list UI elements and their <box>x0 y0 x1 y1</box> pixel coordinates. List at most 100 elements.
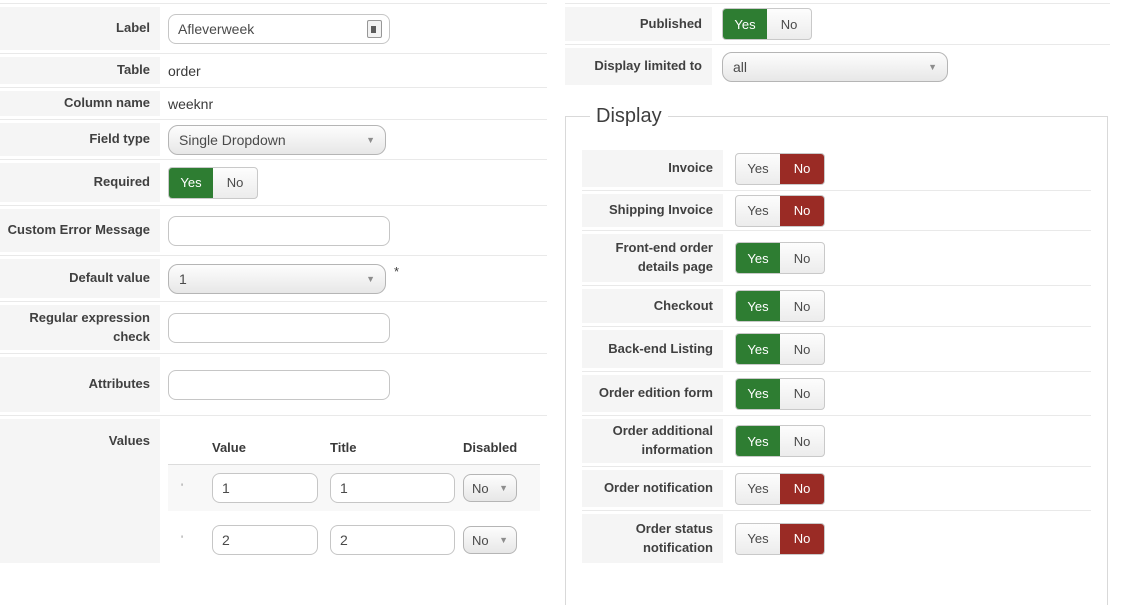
display-fieldset-legend: Display <box>590 105 668 127</box>
form-row-table: Tableorder <box>0 53 547 87</box>
title-input[interactable]: 1 <box>330 473 455 503</box>
field-control-back-end-listing: YesNo <box>723 327 1091 371</box>
regular-expression-check-input[interactable] <box>168 313 390 343</box>
field-settings-panel: LabelAfleverweekTableorderColumn namewee… <box>0 3 547 566</box>
values-header-row: ValueTitleDisabled <box>168 430 540 465</box>
form-row-back-end-listing: Back-end ListingYesNo <box>582 326 1091 371</box>
field-label-attributes: Attributes <box>0 354 160 415</box>
order-additional-information-yes-button[interactable]: Yes <box>736 426 780 456</box>
order-additional-information-toggle: YesNo <box>735 425 825 457</box>
field-control-table: order <box>160 54 547 87</box>
shipping-invoice-toggle: YesNo <box>735 195 825 227</box>
checkout-no-button[interactable]: No <box>780 291 824 321</box>
field-label-front-end-order-details-page: Front-end order details page <box>582 231 723 285</box>
display-limited-to-select-value: all <box>733 59 747 75</box>
dropdown-arrow-icon: ▼ <box>499 483 508 493</box>
field-control-front-end-order-details-page: YesNo <box>723 231 1091 285</box>
published-yes-button[interactable]: Yes <box>723 9 767 39</box>
field-type-select[interactable]: Single Dropdown▼ <box>168 125 386 155</box>
field-control-order-additional-information: YesNo <box>723 416 1091 466</box>
field-control-column-name: weeknr <box>160 88 547 119</box>
checkout-yes-button[interactable]: Yes <box>736 291 780 321</box>
field-control-default-value: 1▼* <box>160 256 547 301</box>
attributes-input[interactable] <box>168 370 390 400</box>
values-table: ValueTitleDisabled'11No▼'22No▼ <box>160 416 547 566</box>
order-edition-form-yes-button[interactable]: Yes <box>736 379 780 409</box>
field-control-regular-expression-check <box>160 302 547 353</box>
field-control-custom-error-message <box>160 206 547 255</box>
front-end-order-details-page-toggle: YesNo <box>735 242 825 274</box>
field-control-checkout: YesNo <box>723 286 1091 326</box>
field-label-checkout: Checkout <box>582 286 723 326</box>
field-label-default-value: Default value <box>0 256 160 301</box>
field-control-field-type: Single Dropdown▼ <box>160 120 547 159</box>
front-end-order-details-page-yes-button[interactable]: Yes <box>736 243 780 273</box>
title-input[interactable]: 2 <box>330 525 455 555</box>
values-row: '11No▼ <box>168 465 540 511</box>
field-label-custom-error-message: Custom Error Message <box>0 206 160 255</box>
form-row-invoice: Invoice YesNo <box>582 147 1091 190</box>
form-row-display-limited-to: Display limited to all▼ <box>565 44 1110 88</box>
value-input[interactable]: 2 <box>212 525 318 555</box>
default-value-select[interactable]: 1▼ <box>168 264 386 294</box>
publish-panel: Published YesNo Display limited to all▼ Dis… <box>565 3 1110 88</box>
label-input[interactable]: Afleverweek <box>168 14 390 44</box>
value-input[interactable]: 1 <box>212 473 318 503</box>
form-row-required: RequiredYesNo <box>0 159 547 205</box>
field-label-order-edition-form: Order edition form <box>582 372 723 415</box>
translation-icon <box>367 20 382 38</box>
dropdown-arrow-icon: ▼ <box>366 135 375 145</box>
field-label-order-notification: Order notification <box>582 467 723 510</box>
shipping-invoice-yes-button[interactable]: Yes <box>736 196 780 226</box>
display-limited-to-select[interactable]: all▼ <box>722 52 948 82</box>
order-notification-no-button[interactable]: No <box>780 474 824 504</box>
invoice-yes-button[interactable]: Yes <box>736 154 780 184</box>
display-fieldset: Display InvoiceYesNoShipping InvoiceYesN… <box>565 105 1108 605</box>
disabled-select-value: No <box>472 533 489 548</box>
required-yes-button[interactable]: Yes <box>169 168 213 198</box>
field-control-shipping-invoice: YesNo <box>723 191 1091 230</box>
default-value-select-value: 1 <box>179 271 187 287</box>
order-status-notification-yes-button[interactable]: Yes <box>736 524 780 554</box>
values-col-title: Title <box>330 440 455 455</box>
order-status-notification-no-button[interactable]: No <box>780 524 824 554</box>
required-no-button[interactable]: No <box>213 168 257 198</box>
form-row-front-end-order-details-page: Front-end order details page YesNo <box>582 230 1091 285</box>
field-control-attributes <box>160 354 547 415</box>
title-input-text: 1 <box>340 480 348 496</box>
values-row: ' 2 2 No ▼ <box>168 517 540 563</box>
dropdown-arrow-icon: ▼ <box>499 535 508 545</box>
disabled-select[interactable]: No ▼ <box>463 526 517 554</box>
front-end-order-details-page-no-button[interactable]: No <box>780 243 824 273</box>
order-additional-information-no-button[interactable]: No <box>780 426 824 456</box>
shipping-invoice-no-button[interactable]: No <box>780 196 824 226</box>
field-label-regular-expression-check: Regular expression check <box>0 302 160 353</box>
order-edition-form-no-button[interactable]: No <box>780 379 824 409</box>
form-row-attributes: Attributes <box>0 353 547 415</box>
invoice-no-button[interactable]: No <box>780 154 824 184</box>
field-label-invoice: Invoice <box>582 147 723 190</box>
form-row-checkout: CheckoutYesNo <box>582 285 1091 326</box>
published-no-button[interactable]: No <box>767 9 811 39</box>
title-input-text: 2 <box>340 532 348 548</box>
form-row-default-value: Default value1▼* <box>0 255 547 301</box>
field-control-required: YesNo <box>160 160 547 205</box>
order-notification-toggle: YesNo <box>735 473 825 505</box>
field-label-table: Table <box>0 54 160 87</box>
order-notification-yes-button[interactable]: Yes <box>736 474 780 504</box>
label-input-value: Afleverweek <box>178 21 254 37</box>
value-input-text: 2 <box>222 532 230 548</box>
field-label-published: Published <box>565 4 712 44</box>
drag-handle-icon[interactable]: ' <box>181 534 212 546</box>
disabled-select-value: No <box>472 481 489 496</box>
drag-handle-icon[interactable]: ' <box>181 482 212 494</box>
form-row-regular-expression-check: Regular expression check <box>0 301 547 353</box>
field-control-order-status-notification: YesNo <box>723 511 1091 566</box>
custom-error-message-input[interactable] <box>168 216 390 246</box>
back-end-listing-no-button[interactable]: No <box>780 334 824 364</box>
form-row-custom-error-message: Custom Error Message <box>0 205 547 255</box>
back-end-listing-yes-button[interactable]: Yes <box>736 334 780 364</box>
order-edition-form-toggle: YesNo <box>735 378 825 410</box>
field-label-display-limited-to: Display limited to <box>565 45 712 88</box>
disabled-select[interactable]: No ▼ <box>463 474 517 502</box>
